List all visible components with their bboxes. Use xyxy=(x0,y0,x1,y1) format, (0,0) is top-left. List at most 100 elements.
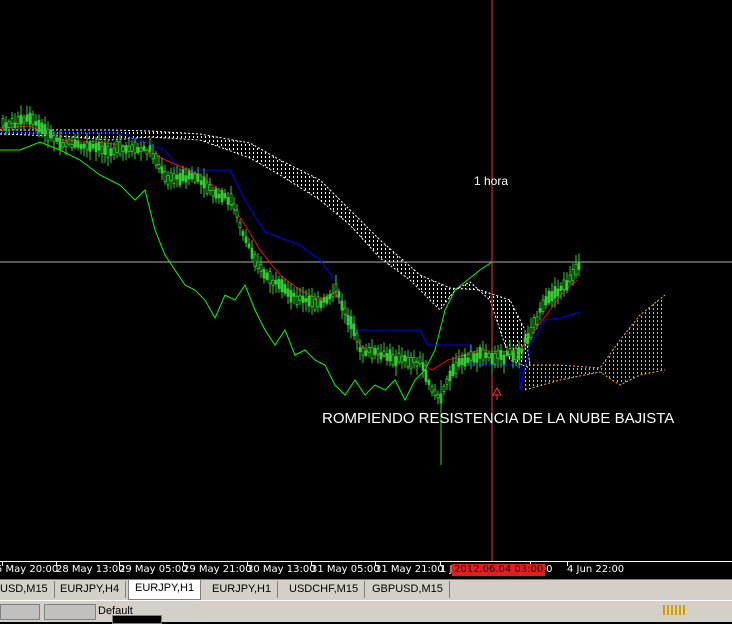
candle-body xyxy=(262,269,266,279)
candle-body xyxy=(280,279,284,293)
candle-body xyxy=(166,175,170,186)
candle-body xyxy=(199,180,203,185)
candle-body xyxy=(388,349,392,362)
tenkan-sen-line xyxy=(0,125,579,371)
crosshair-date-label: 2012.06.04 03:00 xyxy=(452,564,546,576)
candle-body xyxy=(43,124,47,135)
candle-body xyxy=(175,174,179,180)
candle-body xyxy=(145,149,149,155)
candle-body xyxy=(559,285,563,291)
candle-body xyxy=(223,193,227,199)
time-tick-label: 31 May 21:00 xyxy=(375,564,444,575)
candle-body xyxy=(76,140,80,148)
chart-tab[interactable]: EURJPY,H1 xyxy=(128,580,202,600)
candle-body xyxy=(154,153,158,166)
candle-body xyxy=(364,350,368,356)
candle-body xyxy=(94,142,98,153)
chart-canvas[interactable] xyxy=(0,0,732,561)
candle-body xyxy=(238,222,242,229)
bull-cloud xyxy=(525,295,665,390)
candle-body xyxy=(22,117,26,124)
candle-body xyxy=(304,298,308,303)
candle-body xyxy=(220,189,224,203)
candle-body xyxy=(58,137,62,150)
candle-body xyxy=(193,173,197,183)
candle-body xyxy=(31,114,35,125)
chart-tab[interactable]: GBPUSD,M15 xyxy=(366,581,450,598)
window-button-2[interactable] xyxy=(44,604,96,620)
candle-body xyxy=(445,378,449,385)
candle-body xyxy=(172,173,176,184)
candle-body xyxy=(550,291,554,302)
candle-body xyxy=(115,141,119,153)
candle-body xyxy=(349,316,353,329)
candle-body xyxy=(151,153,155,160)
window-button-1[interactable] xyxy=(0,604,40,620)
candle-body xyxy=(97,141,101,151)
candle-body xyxy=(4,122,8,131)
candle-body xyxy=(406,357,410,368)
candle-body xyxy=(196,173,200,182)
price-chart[interactable]: 1 hora ROMPIENDO RESISTENCIA DE LA NUBE … xyxy=(0,0,732,561)
candle-body xyxy=(475,352,479,363)
candle-body xyxy=(274,279,278,285)
bear-cloud-bottom-edge xyxy=(0,133,531,369)
candle-body xyxy=(460,358,464,366)
candle-body xyxy=(307,295,311,307)
candle-body xyxy=(163,171,167,183)
chart-annotation: ROMPIENDO RESISTENCIA DE LA NUBE BAJISTA xyxy=(322,410,675,427)
time-tick-label: 28 May 13:00 xyxy=(56,564,125,575)
candle-body xyxy=(415,361,419,367)
candle-body xyxy=(205,182,209,194)
candle-body xyxy=(343,307,347,315)
candle-body xyxy=(49,129,53,139)
candle-body xyxy=(442,385,446,392)
candle-body xyxy=(328,293,332,300)
candle-body xyxy=(268,271,272,284)
profile-cell xyxy=(0,604,96,622)
candle-body xyxy=(130,144,134,152)
candle-body xyxy=(52,134,56,143)
candle-body xyxy=(367,346,371,353)
candle-body xyxy=(292,292,296,297)
candle-body xyxy=(451,363,455,376)
candle-body xyxy=(82,143,86,149)
candle-body xyxy=(532,317,536,328)
candle-body xyxy=(526,333,530,344)
candle-body xyxy=(523,337,527,343)
candle-body xyxy=(466,357,470,363)
candle-body xyxy=(421,362,425,371)
candle-body xyxy=(295,295,299,305)
candle-body xyxy=(316,296,320,308)
candle-body xyxy=(562,279,566,290)
candle-body xyxy=(472,353,476,363)
candle-body xyxy=(301,295,305,304)
candle-body xyxy=(361,347,365,356)
chart-tab[interactable]: USD,M15 xyxy=(0,581,55,598)
candle-body xyxy=(19,114,23,125)
candle-body xyxy=(376,348,380,355)
candle-body xyxy=(319,300,323,308)
time-tick-label: 1 J xyxy=(440,564,453,575)
time-tick-label: 4 Jun 22:00 xyxy=(567,564,625,575)
status-bar: Default xyxy=(0,600,732,624)
candle-body xyxy=(370,346,374,359)
chart-tab[interactable]: USDCHF,M15 xyxy=(283,581,366,598)
candle-body xyxy=(325,296,329,304)
candle-body xyxy=(1,118,5,127)
candle-body xyxy=(565,280,569,291)
candle-body xyxy=(100,145,104,154)
candle-body xyxy=(544,296,548,306)
candle-body xyxy=(430,385,434,393)
chart-tab[interactable]: EURJPY,H4 xyxy=(54,581,127,598)
candle-body xyxy=(379,352,383,360)
candle-body xyxy=(202,176,206,189)
candle-body xyxy=(505,351,509,356)
candle-body xyxy=(502,354,506,365)
chart-tab[interactable]: EURJPY,H1 xyxy=(206,581,279,598)
candle-body xyxy=(124,145,128,154)
candle-body xyxy=(313,298,317,311)
candle-body xyxy=(142,145,146,151)
candle-body xyxy=(178,173,182,186)
candle-body xyxy=(187,170,191,180)
